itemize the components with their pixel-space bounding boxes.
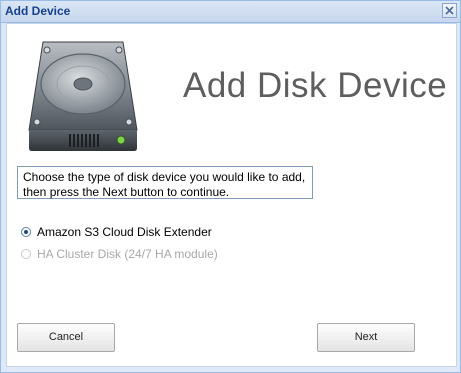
radio-selected-icon[interactable]	[21, 227, 31, 237]
instructions-text: Choose the type of disk device you would…	[17, 166, 313, 199]
option-amazon-s3[interactable]: Amazon S3 Cloud Disk Extender	[21, 225, 212, 239]
add-device-dialog: Add Device Add Disk Device Choose the ty…	[0, 0, 461, 373]
dialog-titlebar[interactable]: Add Device	[1, 1, 460, 23]
dialog-body: Add Disk Device Choose the type of disk …	[6, 23, 457, 367]
next-button[interactable]: Next	[317, 323, 415, 352]
hard-disk-icon	[28, 41, 138, 151]
page-heading: Add Disk Device	[183, 66, 448, 105]
dialog-title: Add Device	[5, 4, 71, 18]
option-label: HA Cluster Disk (24/7 HA module)	[37, 247, 218, 261]
close-icon	[445, 6, 454, 15]
option-label: Amazon S3 Cloud Disk Extender	[37, 225, 212, 239]
cancel-button[interactable]: Cancel	[17, 323, 115, 352]
close-button[interactable]	[442, 3, 457, 18]
radio-icon	[21, 249, 31, 259]
option-ha-cluster: HA Cluster Disk (24/7 HA module)	[21, 247, 218, 261]
